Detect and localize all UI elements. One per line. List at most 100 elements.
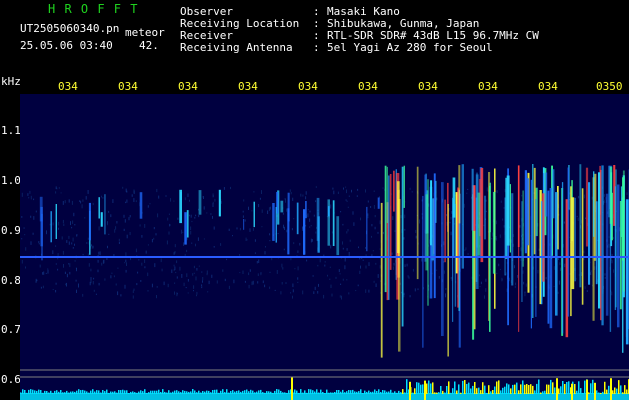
noise-speck: [365, 265, 367, 269]
noise-speck: [169, 224, 171, 226]
meteor-echo: [280, 200, 284, 213]
noise-speck: [346, 279, 348, 281]
strength-bar: [436, 392, 438, 394]
strength-bar: [252, 390, 254, 394]
noise-speck: [176, 292, 178, 297]
strength-bar: [604, 381, 606, 394]
noise-speck: [604, 273, 606, 276]
noise-speck: [318, 283, 319, 287]
noise-speck: [133, 189, 135, 194]
strength-bar: [552, 382, 554, 394]
strength-bar: [256, 391, 258, 394]
strength-bar: [354, 391, 356, 394]
strength-bar: [240, 391, 242, 394]
noise-speck: [97, 259, 99, 263]
noise-speck: [517, 275, 519, 278]
strength-bar: [420, 384, 422, 394]
noise-speck: [375, 283, 377, 287]
noise-speck: [126, 234, 128, 239]
strength-bar: [38, 389, 40, 394]
strength-bar: [376, 391, 378, 394]
strength-bar: [524, 384, 526, 394]
noise-speck: [125, 259, 127, 262]
noise-speck: [259, 197, 261, 200]
strength-bar: [378, 389, 380, 394]
noise-speck: [313, 214, 315, 217]
noise-speck: [153, 237, 155, 240]
noise-speck: [342, 278, 344, 281]
strength-bar: [466, 384, 468, 394]
noise-speck: [117, 267, 119, 269]
noise-speck: [211, 274, 213, 278]
meteor-echo: [489, 185, 491, 332]
noise-speck: [315, 231, 317, 234]
strength-bar: [82, 389, 84, 394]
noise-speck: [187, 279, 189, 282]
meteor-echo: [622, 170, 625, 292]
meteor-echo: [139, 192, 143, 219]
noise-speck: [450, 216, 452, 220]
strength-bar: [228, 392, 230, 394]
strength-bar: [452, 388, 454, 394]
noise-speck: [302, 226, 303, 231]
noise-speck: [208, 280, 210, 285]
noise-speck: [137, 271, 139, 274]
strength-bar: [406, 379, 408, 394]
noise-speck: [128, 217, 130, 221]
strength-bar: [96, 390, 98, 394]
noise-speck: [289, 189, 291, 192]
noise-speck: [305, 191, 307, 195]
noise-speck: [28, 196, 30, 199]
noise-speck: [58, 187, 60, 189]
noise-speck: [449, 221, 451, 224]
noise-speck: [491, 238, 493, 240]
strength-bar: [494, 386, 496, 394]
strength-bar: [286, 392, 288, 394]
strength-bar: [244, 390, 246, 394]
noise-speck: [147, 290, 149, 292]
strength-bar: [470, 388, 472, 394]
meteor-echo: [386, 166, 388, 224]
noise-speck: [613, 269, 615, 273]
noise-speck: [347, 206, 349, 208]
strength-bar: [188, 391, 190, 394]
strength-bar: [138, 391, 140, 394]
meteor-echo: [88, 202, 91, 241]
strength-bar: [220, 390, 222, 394]
noise-speck: [280, 291, 282, 295]
noise-speck: [417, 288, 419, 291]
noise-speck: [35, 280, 37, 283]
noise-speck: [269, 233, 271, 236]
noise-speck: [135, 200, 137, 203]
strength-bar: [360, 389, 362, 394]
meteor-echo: [492, 191, 496, 274]
noise-speck: [174, 251, 176, 254]
strength-bar: [574, 384, 576, 394]
strength-bar: [414, 388, 416, 394]
noise-speck: [216, 280, 218, 284]
meteor-echo: [441, 182, 444, 336]
noise-speck: [239, 272, 241, 274]
noise-speck: [286, 208, 287, 212]
noise-speck: [348, 252, 350, 256]
strength-bar: [162, 389, 164, 394]
strength-bar: [72, 391, 74, 394]
meteor-echo: [393, 170, 395, 212]
noise-speck: [414, 288, 416, 292]
noise-speck: [101, 195, 102, 198]
noise-speck: [299, 242, 301, 246]
noise-speck: [224, 278, 226, 282]
noise-speck: [95, 293, 97, 295]
noise-speck: [55, 263, 57, 265]
meteor-echo: [509, 184, 511, 253]
noise-speck: [192, 273, 194, 276]
noise-speck: [190, 226, 192, 231]
strength-bar: [432, 382, 434, 394]
noise-speck: [242, 210, 244, 213]
strength-bar: [374, 389, 376, 394]
event-count: 42.: [139, 39, 159, 52]
noise-speck: [379, 248, 381, 250]
noise-speck: [24, 234, 26, 236]
meteor-echo: [617, 184, 620, 328]
strength-bar: [520, 384, 522, 394]
